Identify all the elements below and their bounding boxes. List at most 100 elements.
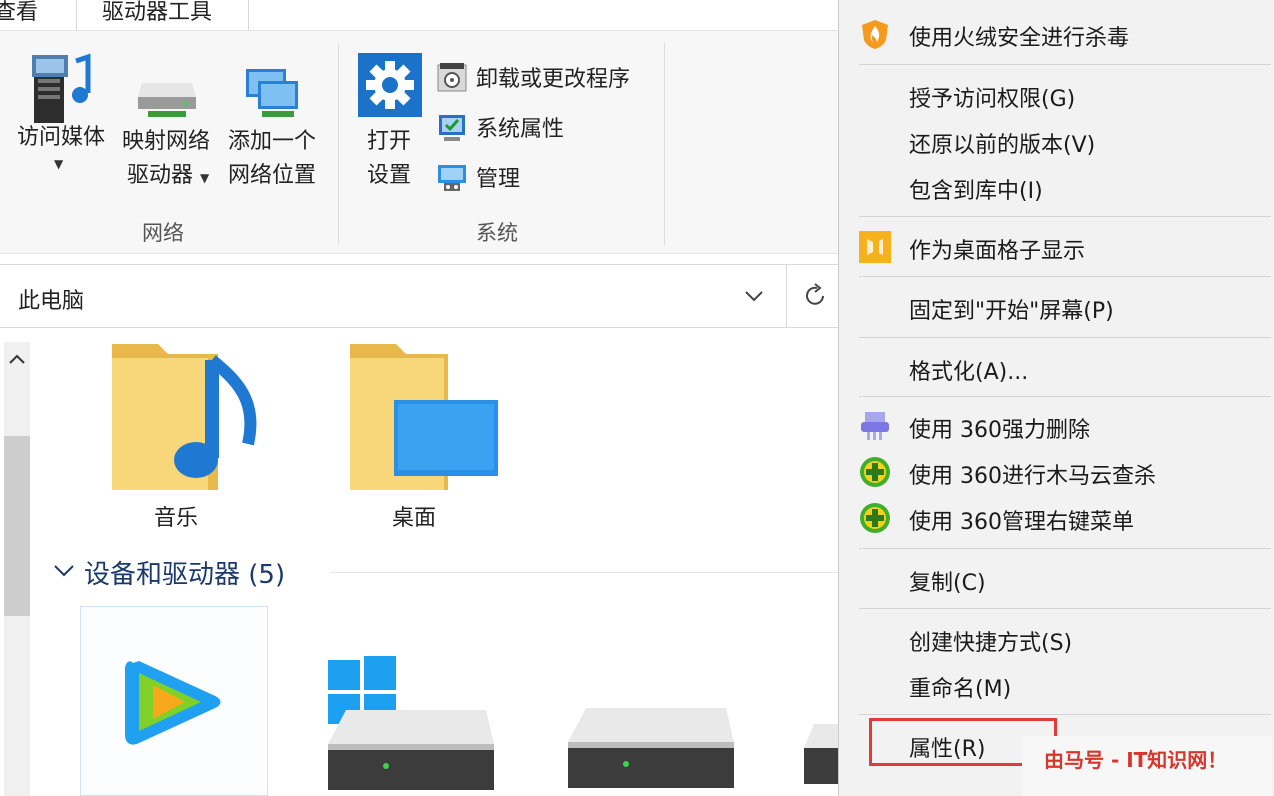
menu-item-pin-start[interactable]: 固定到"开始"屏幕(P): [839, 285, 1274, 329]
drive-item-local-disk[interactable]: [562, 690, 742, 796]
map-network-drive-button[interactable]: 映射网络 驱动器 ▼: [114, 41, 218, 201]
scroll-up-icon[interactable]: [8, 352, 26, 366]
desktop-folder-icon: [350, 344, 498, 490]
menu-item-label: 包含到库中(I): [909, 179, 1043, 204]
folder-label: 桌面: [391, 506, 436, 531]
music-folder-icon: [112, 344, 257, 490]
menu-item-huorong-scan[interactable]: 使用火绒安全进行杀毒: [839, 12, 1274, 56]
gear-icon: [358, 53, 422, 117]
hard-drive-icon: [568, 708, 734, 788]
section-title[interactable]: 设备和驱动器 (5): [84, 554, 285, 591]
map-drive-label-2: 驱动器: [126, 163, 193, 188]
menu-separator: [859, 64, 1271, 65]
system-properties-button[interactable]: 系统属性: [436, 109, 656, 145]
menu-separator: [859, 548, 1271, 549]
open-settings-label-1: 打开: [366, 129, 411, 154]
menu-item-label: 使用 360强力删除: [909, 418, 1090, 443]
drive-item-partial[interactable]: [800, 714, 838, 796]
menu-item-copy[interactable]: 复制(C): [839, 557, 1274, 601]
system-group-label: 系统: [476, 221, 518, 245]
menu-item-create-shortcut[interactable]: 创建快捷方式(S): [839, 617, 1274, 661]
system-properties-label: 系统属性: [476, 117, 565, 142]
uninstall-program-button[interactable]: 卸载或更改程序: [436, 59, 656, 95]
360-plus-icon: [860, 457, 890, 487]
menu-item-label: 格式化(A)...: [909, 360, 1029, 385]
menu-separator: [859, 337, 1271, 338]
hard-drive-icon: [804, 724, 838, 784]
manage-button[interactable]: 管理: [436, 159, 656, 195]
add-network-location-button[interactable]: 添加一个 网络位置: [220, 41, 324, 201]
desktop-grid-icon: [859, 231, 891, 263]
menu-separator: [859, 216, 1271, 217]
folder-music[interactable]: 音乐: [96, 340, 257, 540]
open-settings-label-2: 设置: [366, 163, 411, 188]
huorong-shield-icon: [862, 20, 888, 49]
menu-item-rename[interactable]: 重命名(M): [839, 663, 1274, 707]
menu-separator: [859, 608, 1271, 609]
computer-manage-icon: [438, 165, 466, 191]
watermark: 由马号 - IT知识网！: [1044, 748, 1228, 772]
section-divider: [330, 572, 838, 573]
drive-item-system[interactable]: [320, 650, 500, 796]
menu-item-label: 创建快捷方式(S): [909, 631, 1073, 656]
chevron-down-icon: ▼: [200, 171, 210, 185]
tab-drive-tools[interactable]: 驱动器工具: [102, 0, 212, 30]
menu-item-grant-access[interactable]: 授予访问权限(G): [839, 73, 1274, 117]
context-menu: 使用火绒安全进行杀毒 授予访问权限(G) 还原以前的版本(V) 包含到库中(I)…: [838, 0, 1274, 796]
menu-item-format[interactable]: 格式化(A)...: [839, 346, 1274, 390]
menu-item-label: 使用 360进行木马云查杀: [909, 464, 1156, 489]
menu-item-360-shred[interactable]: 使用 360强力删除: [839, 404, 1274, 448]
ribbon: 访问媒体 ▼ 映射网络 驱动器 ▼ 添加一个 网络位置 网络 打开 设置 卸载或…: [0, 30, 840, 254]
network-location-icon: [246, 69, 298, 117]
system-properties-icon: [439, 115, 465, 141]
network-group-label: 网络: [142, 221, 184, 245]
menu-item-restore-versions[interactable]: 还原以前的版本(V): [839, 119, 1274, 163]
menu-item-label: 复制(C): [909, 571, 986, 596]
map-drive-label-1: 映射网络: [121, 129, 210, 154]
add-location-label-2: 网络位置: [227, 163, 316, 188]
menu-item-include-library[interactable]: 包含到库中(I): [839, 165, 1274, 209]
menu-item-360-menu-manager[interactable]: 使用 360管理右键菜单: [839, 496, 1274, 540]
uninstall-icon: [437, 63, 467, 92]
address-divider: [786, 265, 787, 327]
uninstall-label: 卸载或更改程序: [476, 67, 631, 92]
open-settings-button[interactable]: 打开 设置: [352, 45, 426, 195]
tencent-video-icon: [125, 661, 221, 745]
tab-divider: [76, 0, 77, 30]
drive-item-tencent-video[interactable]: [80, 606, 268, 796]
address-bar[interactable]: 此电脑: [0, 264, 838, 328]
folder-label: 音乐: [153, 506, 198, 531]
add-location-label-1: 添加一个: [227, 129, 316, 154]
menu-item-desktop-grid[interactable]: 作为桌面格子显示: [839, 225, 1274, 269]
tab-divider: [248, 0, 249, 30]
hard-drive-icon: [328, 710, 494, 790]
access-media-button[interactable]: 访问媒体 ▼: [10, 41, 112, 191]
ribbon-tab-row: 查看 驱动器工具: [0, 0, 840, 30]
menu-item-label: 作为桌面格子显示: [909, 239, 1086, 264]
chevron-down-icon: ▼: [54, 157, 64, 171]
network-drive-icon: [138, 83, 196, 117]
menu-separator: [859, 396, 1271, 397]
refresh-icon[interactable]: [804, 283, 828, 309]
360-shredder-icon: [861, 412, 889, 440]
manage-label: 管理: [476, 167, 521, 192]
menu-item-label: 重命名(M): [909, 677, 1012, 702]
menu-item-label: 授予访问权限(G): [909, 87, 1076, 112]
group-divider: [664, 43, 665, 245]
menu-separator: [859, 714, 1271, 715]
menu-item-label: 使用 360管理右键菜单: [909, 510, 1134, 535]
menu-item-label: 使用火绒安全进行杀毒: [909, 26, 1130, 51]
menu-item-360-trojan-scan[interactable]: 使用 360进行木马云查杀: [839, 450, 1274, 494]
media-server-icon: [32, 53, 91, 123]
folder-desktop[interactable]: 桌面: [334, 340, 498, 540]
menu-item-label: 还原以前的版本(V): [909, 133, 1096, 158]
group-divider: [338, 43, 339, 245]
access-media-label: 访问媒体: [16, 125, 105, 150]
tab-view[interactable]: 查看: [0, 0, 38, 30]
menu-separator: [859, 276, 1271, 277]
address-path[interactable]: 此电脑: [18, 283, 84, 315]
chevron-down-icon[interactable]: [52, 562, 76, 578]
chevron-down-icon[interactable]: [744, 289, 764, 303]
scrollbar-thumb[interactable]: [4, 436, 30, 616]
360-plus-icon: [860, 503, 890, 533]
